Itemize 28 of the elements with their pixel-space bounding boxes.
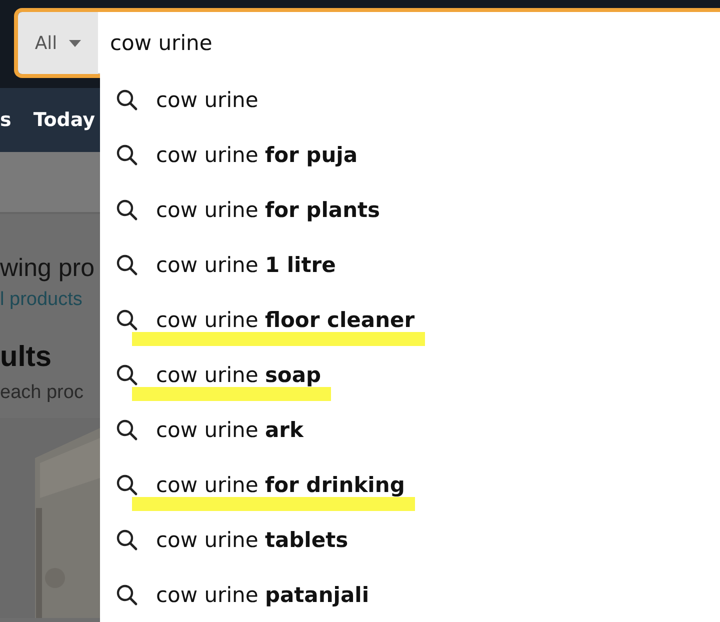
- suggestion-item[interactable]: cow urine 1 litre: [100, 238, 720, 293]
- suggestion-item[interactable]: cow urine soap: [100, 348, 720, 402]
- suggestion-item[interactable]: cow urine for drinking: [100, 457, 720, 512]
- suggestion-item[interactable]: cow urine floor cleaner: [100, 292, 720, 348]
- nav-link[interactable]: s: [0, 109, 12, 131]
- search-icon: [116, 474, 138, 496]
- results-title: ults: [0, 341, 53, 374]
- search-icon: [116, 418, 138, 441]
- results-note: each proc: [0, 382, 84, 404]
- search-icon: [116, 528, 138, 551]
- search-icon: [116, 199, 138, 222]
- suggestion-item[interactable]: cow urine patanjali: [100, 567, 720, 622]
- caret-icon: [69, 40, 82, 46]
- category-dropdown[interactable]: All: [18, 12, 98, 74]
- search-icon: [116, 144, 138, 166]
- suggestion-item[interactable]: cow urine: [100, 73, 720, 128]
- search-icon: [116, 89, 138, 112]
- search-icon: [116, 309, 138, 332]
- search-icon: [116, 254, 138, 276]
- search-icon: [116, 364, 138, 386]
- suggestion-item[interactable]: cow urine ark: [100, 402, 720, 458]
- suggestion-item[interactable]: cow urine for puja: [100, 128, 720, 183]
- search-field[interactable]: cow urine: [98, 12, 720, 74]
- search-icon: [116, 584, 138, 606]
- nav-link[interactable]: Today: [33, 109, 96, 131]
- suggestion-item[interactable]: cow urine tablets: [100, 512, 720, 568]
- page-heading: wing pro: [0, 254, 96, 283]
- suggestion-item[interactable]: cow urine for plants: [100, 182, 720, 238]
